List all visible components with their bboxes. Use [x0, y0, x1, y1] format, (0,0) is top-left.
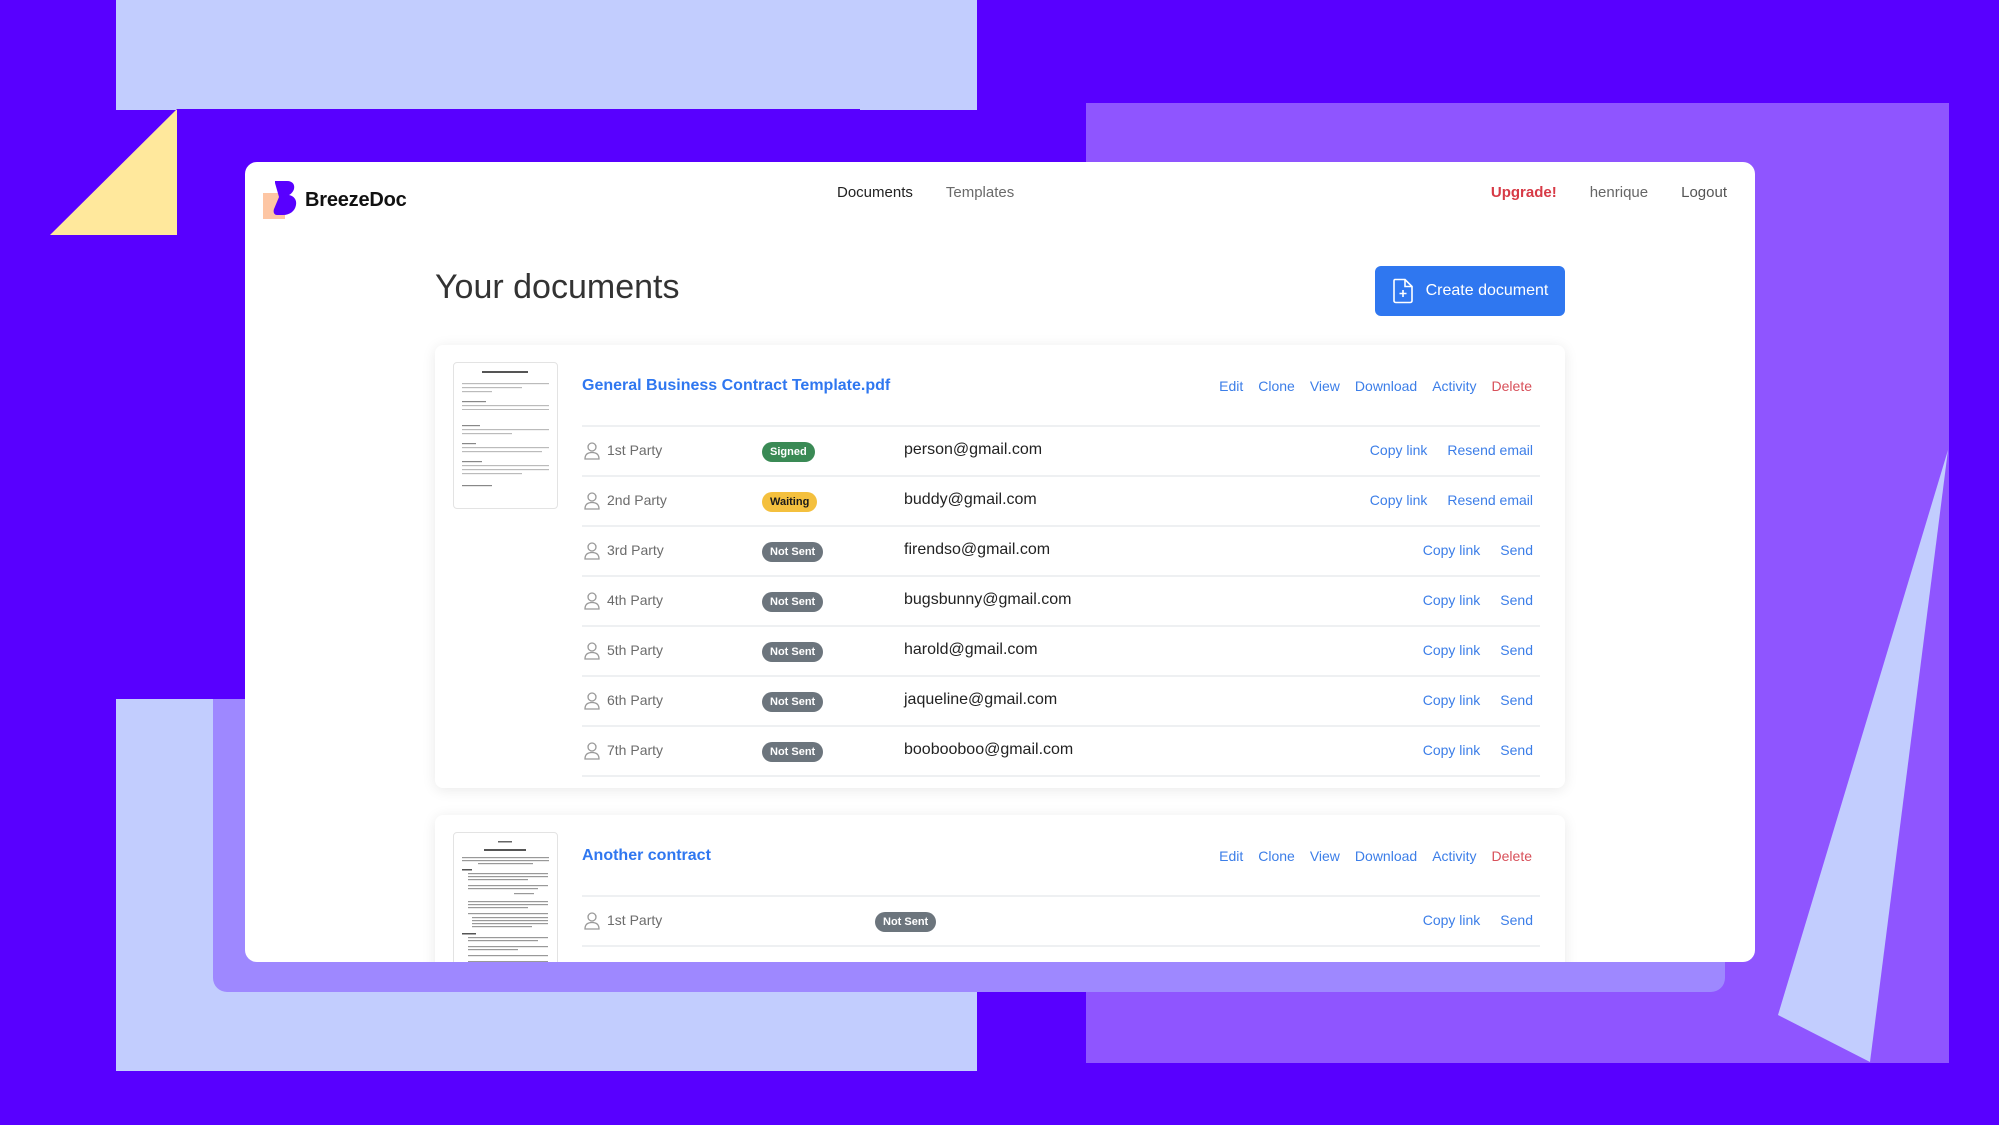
party-list: 1st Party Signed person@gmail.com Copy l…: [582, 425, 1540, 777]
party-email: boobooboo@gmail.com: [904, 741, 1074, 758]
clone-link[interactable]: Clone: [1258, 378, 1295, 394]
party-name: 2nd Party: [607, 492, 667, 508]
party-name: 1st Party: [607, 912, 663, 928]
edit-link[interactable]: Edit: [1219, 848, 1243, 864]
person-icon: [584, 742, 600, 760]
create-document-label: Create document: [1425, 282, 1549, 299]
party-row: 4th Party Not Sent bugsbunny@gmail.com C…: [582, 575, 1540, 625]
party-name: 4th Party: [607, 592, 664, 608]
view-link[interactable]: View: [1310, 378, 1340, 394]
party-row: 2nd Party Waiting buddy@gmail.com Copy l…: [582, 475, 1540, 525]
person-icon: [584, 492, 600, 510]
party-email: buddy@gmail.com: [904, 491, 1037, 508]
copy-link-button[interactable]: Copy link: [1370, 442, 1428, 458]
delete-link[interactable]: Delete: [1492, 848, 1532, 864]
party-row-partial: [582, 945, 1540, 962]
person-icon: [584, 912, 600, 930]
person-icon: [584, 692, 600, 710]
file-plus-icon: [1392, 278, 1413, 304]
document-actions: Edit Clone View Download Activity Delete: [1219, 848, 1532, 864]
background-shape-light-top: [116, 0, 977, 110]
party-row: 1st Party Not Sent Copy link Send: [582, 895, 1540, 945]
send-button[interactable]: Send: [1500, 742, 1533, 758]
party-email: harold@gmail.com: [904, 641, 1038, 658]
party-email: person@gmail.com: [904, 441, 1043, 458]
person-icon: [584, 642, 600, 660]
copy-link-button[interactable]: Copy link: [1423, 542, 1481, 558]
page-title: Your documents: [435, 268, 680, 306]
send-button[interactable]: Send: [1500, 642, 1533, 658]
download-link[interactable]: Download: [1355, 848, 1417, 864]
status-badge: Waiting: [762, 492, 818, 512]
app-name: BreezeDoc: [305, 188, 407, 211]
send-button[interactable]: Send: [1500, 542, 1533, 558]
status-badge: Not Sent: [762, 542, 824, 562]
document-actions: Edit Clone View Download Activity Delete: [1219, 378, 1532, 394]
party-list: 1st Party Not Sent Copy link Send: [582, 895, 1540, 962]
copy-link-button[interactable]: Copy link: [1423, 912, 1481, 928]
party-row: 1st Party Signed person@gmail.com Copy l…: [582, 425, 1540, 475]
activity-link[interactable]: Activity: [1432, 378, 1476, 394]
party-row: 5th Party Not Sent harold@gmail.com Copy…: [582, 625, 1540, 675]
document-card: General Business Contract Template.pdf E…: [435, 345, 1565, 788]
party-row: 3rd Party Not Sent firendso@gmail.com Co…: [582, 525, 1540, 575]
copy-link-button[interactable]: Copy link: [1370, 492, 1428, 508]
nav-documents[interactable]: Documents: [837, 184, 913, 201]
document-card: Another contract Edit Clone View Downloa…: [435, 815, 1565, 962]
status-badge: Not Sent: [762, 642, 824, 662]
party-email: bugsbunny@gmail.com: [904, 591, 1072, 608]
resend-email-button[interactable]: Resend email: [1447, 442, 1533, 458]
resend-email-button[interactable]: Resend email: [1447, 492, 1533, 508]
view-link[interactable]: View: [1310, 848, 1340, 864]
nav-templates[interactable]: Templates: [946, 184, 1014, 201]
status-badge: Not Sent: [762, 692, 824, 712]
top-nav: BreezeDoc Documents Templates Upgrade! h…: [245, 162, 1755, 222]
document-thumbnail[interactable]: [453, 362, 558, 509]
person-icon: [584, 542, 600, 560]
party-name: 3rd Party: [607, 542, 664, 558]
copy-link-button[interactable]: Copy link: [1423, 692, 1481, 708]
party-name: 1st Party: [607, 442, 663, 458]
background-triangle-light: [1778, 450, 1948, 1062]
person-icon: [584, 442, 600, 460]
party-email: firendso@gmail.com: [904, 541, 1051, 558]
person-icon: [584, 592, 600, 610]
status-badge: Not Sent: [762, 742, 824, 762]
nav-links: Documents Templates: [837, 184, 1014, 201]
document-thumbnail[interactable]: [453, 832, 558, 962]
username-link[interactable]: henrique: [1590, 184, 1648, 201]
party-row: 6th Party Not Sent jaqueline@gmail.com C…: [582, 675, 1540, 725]
party-row: 7th Party Not Sent boobooboo@gmail.com C…: [582, 725, 1540, 777]
edit-link[interactable]: Edit: [1219, 378, 1243, 394]
upgrade-link[interactable]: Upgrade!: [1491, 184, 1557, 201]
clone-link[interactable]: Clone: [1258, 848, 1295, 864]
create-document-button[interactable]: Create document: [1375, 266, 1565, 316]
activity-link[interactable]: Activity: [1432, 848, 1476, 864]
copy-link-button[interactable]: Copy link: [1423, 742, 1481, 758]
app-window: BreezeDoc Documents Templates Upgrade! h…: [245, 162, 1755, 962]
status-badge: Not Sent: [762, 592, 824, 612]
send-button[interactable]: Send: [1500, 912, 1533, 928]
document-title-link[interactable]: Another contract: [582, 847, 711, 865]
copy-link-button[interactable]: Copy link: [1423, 592, 1481, 608]
party-name: 5th Party: [607, 642, 664, 658]
delete-link[interactable]: Delete: [1492, 378, 1532, 394]
nav-user-menu: Upgrade! henrique Logout: [1491, 184, 1727, 201]
download-link[interactable]: Download: [1355, 378, 1417, 394]
background-triangle-yellow: [50, 109, 177, 235]
status-badge: Signed: [762, 442, 815, 462]
logout-link[interactable]: Logout: [1681, 184, 1727, 201]
party-email: jaqueline@gmail.com: [904, 691, 1058, 708]
logo[interactable]: BreezeDoc: [263, 181, 407, 219]
copy-link-button[interactable]: Copy link: [1423, 642, 1481, 658]
send-button[interactable]: Send: [1500, 692, 1533, 708]
breezedoc-logo-icon: [263, 181, 299, 219]
party-name: 7th Party: [607, 742, 664, 758]
status-badge: Not Sent: [875, 912, 937, 932]
send-button[interactable]: Send: [1500, 592, 1533, 608]
party-name: 6th Party: [607, 692, 664, 708]
document-title-link[interactable]: General Business Contract Template.pdf: [582, 377, 890, 395]
